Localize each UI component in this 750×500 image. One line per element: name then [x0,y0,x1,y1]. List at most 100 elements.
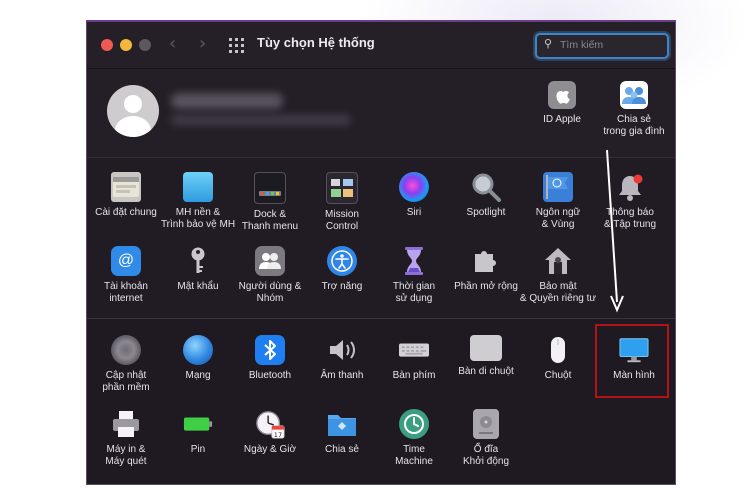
search-field[interactable]: ⚲ Tìm kiếm [535,33,669,59]
pref-passwords[interactable]: Mật khẩu [159,246,237,293]
show-all-grid-icon[interactable] [229,38,244,53]
startup-disk-icon [473,409,499,439]
software-update-gear-icon [111,335,141,365]
pref-keyboard-label: Bàn phím [392,370,436,381]
pref-network[interactable]: Mạng [159,335,237,382]
pref-screen-time-label-2: sử dụng [395,292,433,304]
pref-mouse[interactable]: Chuột [519,335,597,382]
minimize-window-button[interactable] [120,39,132,51]
user-avatar[interactable] [107,85,159,137]
toolbar: ‹ › Tùy chọn Hệ thống ⚲ Tìm kiếm [87,22,675,69]
pref-battery-label: Pin [190,444,206,455]
users-groups-icon [255,246,285,276]
pref-notifications-label-2: & Tập trung [603,218,657,230]
window-title: Tùy chọn Hệ thống [257,35,375,50]
search-placeholder: Tìm kiếm [560,39,604,51]
pref-notifications-label-1: Thông báo [606,207,654,218]
pref-time-machine[interactable]: Time Machine [375,409,453,467]
pref-siri[interactable]: Siri [375,172,453,219]
pref-mouse-label: Chuột [544,370,572,381]
pref-siri-label: Siri [406,207,422,218]
pref-sharing-label: Chia sẻ [325,444,359,455]
pref-update-label-2: phần mềm [102,381,150,393]
zoom-window-button[interactable] [139,39,151,51]
pref-printers-scanners[interactable]: Máy in & Máy quét [87,409,165,467]
pref-software-update[interactable]: Cập nhật phần mềm [87,335,165,393]
pref-general[interactable]: Cài đặt chung [87,172,165,219]
pref-mission-control[interactable]: Mission Control [303,172,381,232]
forward-chevron-icon[interactable]: › [199,34,206,54]
back-chevron-icon[interactable]: ‹ [169,34,176,54]
pref-update-label-1: Cập nhật [105,370,147,381]
accessibility-icon [327,246,357,276]
pref-dock-menubar[interactable]: Dock & Thanh menu [231,172,309,232]
pref-sharing[interactable]: Chia sẻ [303,409,381,456]
apple-id-pref[interactable]: ID Apple [537,81,587,126]
pref-internet-label-2: internet [109,292,143,304]
family-sharing-label-2: trong gia đình [603,126,665,137]
pref-accessibility[interactable]: Trợ năng [303,246,381,293]
trackpad-icon [470,335,502,361]
pref-trackpad[interactable]: Bàn di chuột [447,335,525,378]
pref-time-machine-label-1: Time [403,444,425,455]
apple-id-label: ID Apple [543,114,581,125]
preferences-section-hardware: Cập nhật phần mềm Mạng Bluetooth Âm than… [87,319,675,484]
keyboard-icon [399,335,429,365]
pref-spotlight[interactable]: Spotlight [447,172,525,219]
displays-highlight-box [595,324,669,398]
pref-printers-label-2: Máy quét [105,455,147,467]
pref-battery[interactable]: Pin [159,409,237,456]
house-security-icon [543,246,573,276]
pref-desktop-screensaver[interactable]: MH nền & Trình bảo vệ MH [159,172,237,230]
pref-extensions[interactable]: Phần mở rộng [447,246,525,293]
pref-general-label: Cài đặt chung [95,207,157,218]
close-window-button[interactable] [101,39,113,51]
general-icon [111,172,141,202]
puzzle-piece-icon [471,246,501,276]
pref-language-label-2: & Vùng [541,218,575,230]
spotlight-magnifier-icon [471,172,501,202]
hourglass-icon [399,246,429,276]
battery-icon [183,409,213,439]
pref-users-groups[interactable]: Người dùng & Nhóm [231,246,309,304]
pref-screen-time[interactable]: Thời gian sử dụng [375,246,453,304]
key-icon [183,246,213,276]
notification-bell-icon [615,172,645,202]
pref-time-machine-label-2: Machine [395,455,433,467]
pref-mission-label-2: Control [325,220,359,232]
pref-startup-disk[interactable]: Ổ đĩa Khởi động [447,409,525,467]
pref-spotlight-label: Spotlight [466,207,506,218]
family-sharing-icon [620,81,648,109]
apple-logo-icon [548,81,576,109]
network-globe-icon [183,335,213,365]
pref-language-region[interactable]: Ngôn ngữ & Vùng [519,172,597,230]
pref-network-label: Mạng [185,370,211,381]
family-sharing-label-1: Chia sẻ [617,114,651,125]
pref-keyboard[interactable]: Bàn phím [375,335,453,382]
pref-dock-label-2: Thanh menu [241,220,299,232]
pref-startup-disk-label-2: Khởi động [462,455,510,467]
calendar-day-text: 17 [274,431,282,439]
pref-startup-disk-label-1: Ổ đĩa [473,444,499,455]
pref-internet-accounts[interactable]: @ Tài khoản internet [87,246,165,304]
speaker-icon [327,335,357,365]
blurred-user-detail [171,115,351,125]
pref-date-time[interactable]: 17 Ngày & Giờ [231,409,309,456]
mission-control-icon [326,172,358,204]
pref-sound[interactable]: Âm thanh [303,335,381,382]
pref-notifications-focus[interactable]: Thông báo & Tập trung [591,172,669,230]
pref-mission-label-1: Mission [325,209,359,220]
pref-security-label-1: Bảo mật [539,281,577,292]
pref-desktop-label-2: Trình bảo vệ MH [160,218,236,230]
pref-bluetooth[interactable]: Bluetooth [231,335,309,382]
dock-icon [254,172,286,204]
desktop-screensaver-icon [183,172,213,202]
family-sharing-pref[interactable]: Chia sẻ trong gia đình [595,81,673,138]
pref-security-privacy[interactable]: Bảo mật & Quyền riêng tư [519,246,597,304]
account-banner: ID Apple Chia sẻ trong gia đình [87,69,675,158]
pref-accessibility-label: Trợ năng [321,281,363,292]
pref-passwords-label: Mật khẩu [177,281,219,292]
siri-icon [399,172,429,202]
pref-users-label-2: Nhóm [256,292,284,304]
pref-dock-label-1: Dock & [253,209,287,220]
